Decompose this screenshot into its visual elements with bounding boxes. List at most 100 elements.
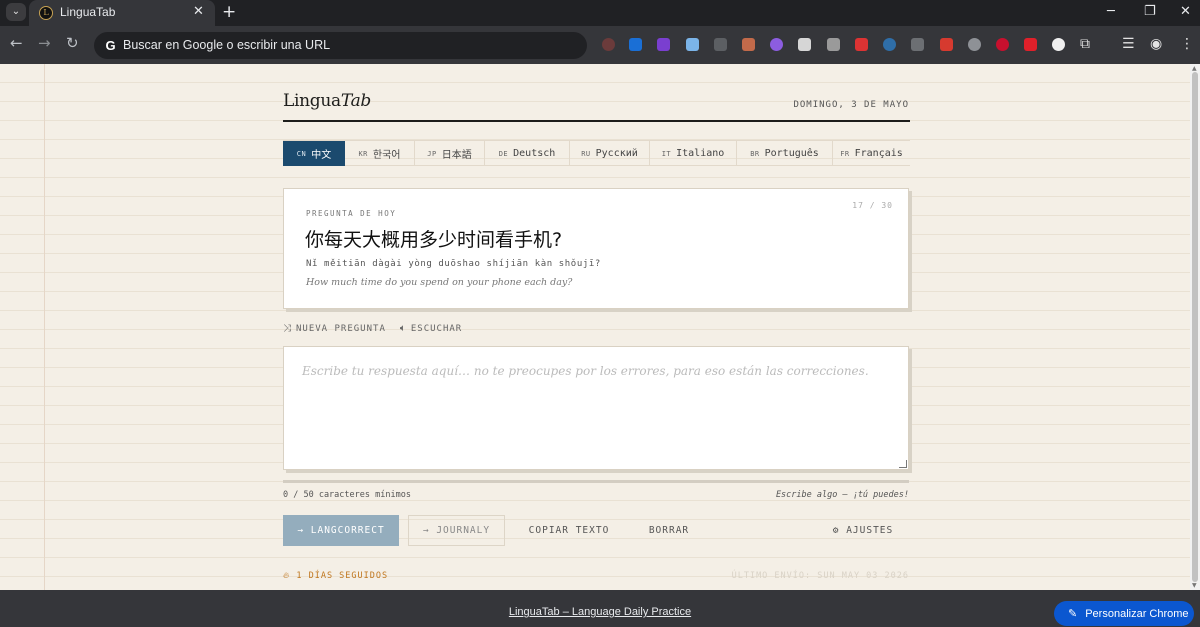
streak-label: 1 DÍAS SEGUIDOS	[296, 571, 389, 581]
language-name: Deutsch	[513, 148, 556, 159]
linguatab-favicon-icon: L	[39, 6, 53, 20]
language-tab-cn[interactable]: CN 中文	[283, 141, 345, 166]
extension-icon[interactable]	[940, 38, 953, 51]
extension-icon[interactable]	[714, 38, 727, 51]
language-code: KR	[358, 149, 368, 158]
new-question-label: NUEVA PREGUNTA	[296, 323, 386, 334]
language-code: RU	[581, 149, 591, 158]
address-bar[interactable]: G Buscar en Google o escribir una URL	[94, 32, 587, 59]
extension-icon[interactable]	[686, 38, 699, 51]
language-name: 한국어	[372, 150, 401, 161]
streak-status: 🔥︎ 1 DÍAS SEGUIDOS	[283, 571, 388, 581]
language-code: JP	[427, 149, 437, 158]
footer-link[interactable]: LinguaTab – Language Daily Practice	[0, 606, 1200, 618]
profile-icon[interactable]: ◉	[1150, 36, 1162, 52]
extension-icon[interactable]	[968, 38, 981, 51]
back-icon[interactable]: ←	[10, 34, 23, 52]
scroll-down-icon[interactable]: ▼	[1192, 582, 1197, 589]
encouragement-hint: Escribe algo — ¡tú puedes!	[775, 490, 909, 500]
close-tab-icon[interactable]: ✕	[193, 4, 204, 19]
language-tab-fr[interactable]: FR Français	[833, 141, 910, 166]
journaly-button[interactable]: → JOURNALY	[408, 515, 505, 546]
scrollbar-thumb[interactable]	[1192, 72, 1198, 582]
language-tab-it[interactable]: IT Italiano	[650, 141, 737, 166]
tab-title: LinguaTab	[60, 5, 116, 19]
language-name: Русский	[595, 148, 638, 159]
customize-chrome-button[interactable]: ✎ Personalizar Chrome	[1054, 601, 1194, 626]
extension-icon[interactable]	[827, 38, 840, 51]
language-name: Italiano	[676, 148, 725, 159]
browser-tab[interactable]: L LinguaTab ✕	[29, 0, 215, 26]
new-tab-page: LinguaTab DOMINGO, 3 DE MAYO CN 中文 KR 한국어 JP…	[0, 64, 1190, 590]
langcorrect-button[interactable]: → LANGCORRECT	[283, 515, 399, 546]
speaker-icon: 🔈︎	[399, 322, 407, 334]
language-tab-ru[interactable]: RU Русский	[570, 141, 650, 166]
notebook-margin-line	[44, 64, 45, 590]
language-tabs: CN 中文 KR 한국어 JP 日本語 DE Deutsch RU Русский IT Italia…	[283, 140, 910, 166]
reload-icon[interactable]: ↻	[66, 34, 79, 52]
extension-icon[interactable]	[1052, 38, 1065, 51]
extension-icon[interactable]	[770, 38, 783, 51]
extension-icon[interactable]	[798, 38, 811, 51]
pencil-icon: ✎	[1068, 608, 1078, 620]
language-code: IT	[661, 149, 672, 158]
language-name: 中文	[311, 150, 332, 161]
question-counter: 17 / 30	[852, 201, 893, 210]
listen-label: ESCUCHAR	[410, 323, 463, 334]
language-code: DE	[498, 149, 509, 158]
forward-icon[interactable]: →	[38, 34, 51, 52]
logo-main: Lingua	[283, 91, 341, 111]
language-tab-kr[interactable]: KR 한국어	[345, 141, 415, 166]
page-footer: LinguaTab – Language Daily Practice	[0, 590, 1200, 627]
language-tab-br[interactable]: BR Português	[737, 141, 833, 166]
question-actions: ⤨ NUEVA PREGUNTA 🔈︎ ESCUCHAR	[283, 321, 462, 335]
character-count: 0 / 50 caracteres mínimos	[283, 490, 411, 500]
extensions-puzzle-icon[interactable]: ⧉	[1080, 36, 1090, 52]
page-scrollbar[interactable]: ▲ ▼	[1190, 64, 1200, 590]
language-name: Português	[764, 148, 819, 159]
current-date: DOMINGO, 3 DE MAYO	[793, 100, 909, 110]
extension-icon[interactable]	[742, 38, 755, 51]
language-tab-de[interactable]: DE Deutsch	[485, 141, 570, 166]
scroll-up-icon[interactable]: ▲	[1192, 65, 1197, 72]
language-code: CN	[296, 149, 307, 158]
question-label: PREGUNTA DE HOY	[306, 209, 397, 218]
chrome-menu-icon[interactable]: ⋮	[1180, 36, 1194, 52]
flame-icon: 🔥︎	[283, 571, 297, 581]
address-bar-placeholder: Buscar en Google o escribir una URL	[123, 38, 331, 52]
extension-icon[interactable]	[602, 38, 615, 51]
language-name: 日本語	[441, 150, 472, 161]
extension-icon[interactable]	[883, 38, 896, 51]
tab-search-button[interactable]: ⌄	[6, 3, 26, 21]
browser-tab-bar: ⌄ L LinguaTab ✕ + ─ ❐ ✕	[0, 0, 1200, 26]
reading-list-icon[interactable]: ☰	[1122, 36, 1135, 52]
language-code: FR	[840, 149, 850, 158]
app-logo: LinguaTab	[283, 91, 371, 111]
extension-icon[interactable]	[911, 38, 924, 51]
customize-chrome-label: Personalizar Chrome	[1085, 607, 1189, 620]
minimize-icon[interactable]: ─	[1107, 4, 1115, 19]
clear-button[interactable]: BORRAR	[640, 515, 698, 546]
window-close-icon[interactable]: ✕	[1180, 4, 1191, 19]
answer-textarea[interactable]	[284, 347, 908, 469]
browser-toolbar: ← → ↻ G Buscar en Google o escribir una …	[0, 26, 1200, 64]
resize-handle-icon[interactable]	[899, 460, 907, 468]
restore-icon[interactable]: ❐	[1144, 4, 1156, 19]
extension-icon[interactable]	[996, 38, 1009, 51]
language-tab-jp[interactable]: JP 日本語	[415, 141, 485, 166]
answer-box	[283, 346, 909, 470]
extension-icon[interactable]	[657, 38, 670, 51]
copy-text-button[interactable]: COPIAR TEXTO	[520, 515, 618, 546]
logo-italic: Tab	[340, 91, 371, 111]
new-question-button[interactable]: ⤨ NUEVA PREGUNTA	[283, 323, 386, 334]
question-translation: How much time do you spend on your phone…	[306, 277, 573, 288]
new-tab-button[interactable]: +	[222, 2, 236, 22]
extension-icon[interactable]	[1024, 38, 1037, 51]
language-code: BR	[750, 149, 760, 158]
shuffle-icon: ⤨	[283, 322, 292, 334]
extension-icon[interactable]	[629, 38, 642, 51]
settings-button[interactable]: ⚙ AJUSTES	[822, 515, 904, 546]
question-pinyin: Nǐ měitiān dàgài yòng duōshao shíjiān kà…	[306, 259, 601, 269]
listen-button[interactable]: 🔈︎ ESCUCHAR	[400, 323, 462, 334]
extension-icon[interactable]	[855, 38, 868, 51]
